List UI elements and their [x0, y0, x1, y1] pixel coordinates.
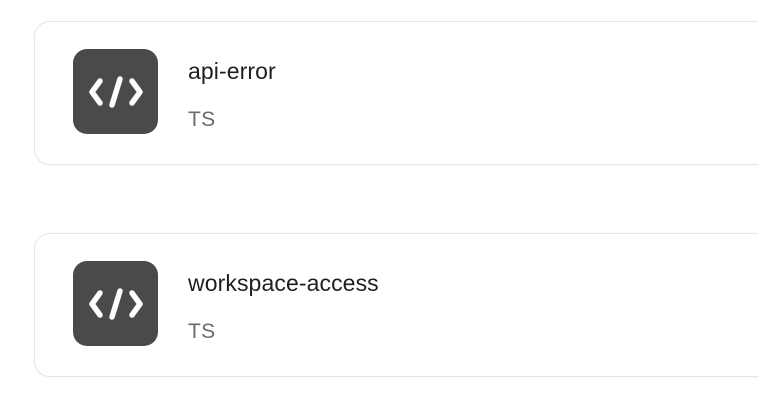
- snippet-list: api-error TS workspace-access TS: [0, 0, 758, 416]
- list-item[interactable]: api-error TS: [34, 21, 758, 165]
- item-language: TS: [188, 320, 216, 343]
- code-icon: [73, 49, 158, 134]
- list-item[interactable]: workspace-access TS: [34, 233, 758, 377]
- item-language: TS: [188, 108, 216, 131]
- item-title: api-error: [188, 58, 276, 84]
- item-title: workspace-access: [188, 270, 379, 296]
- code-icon: [73, 261, 158, 346]
